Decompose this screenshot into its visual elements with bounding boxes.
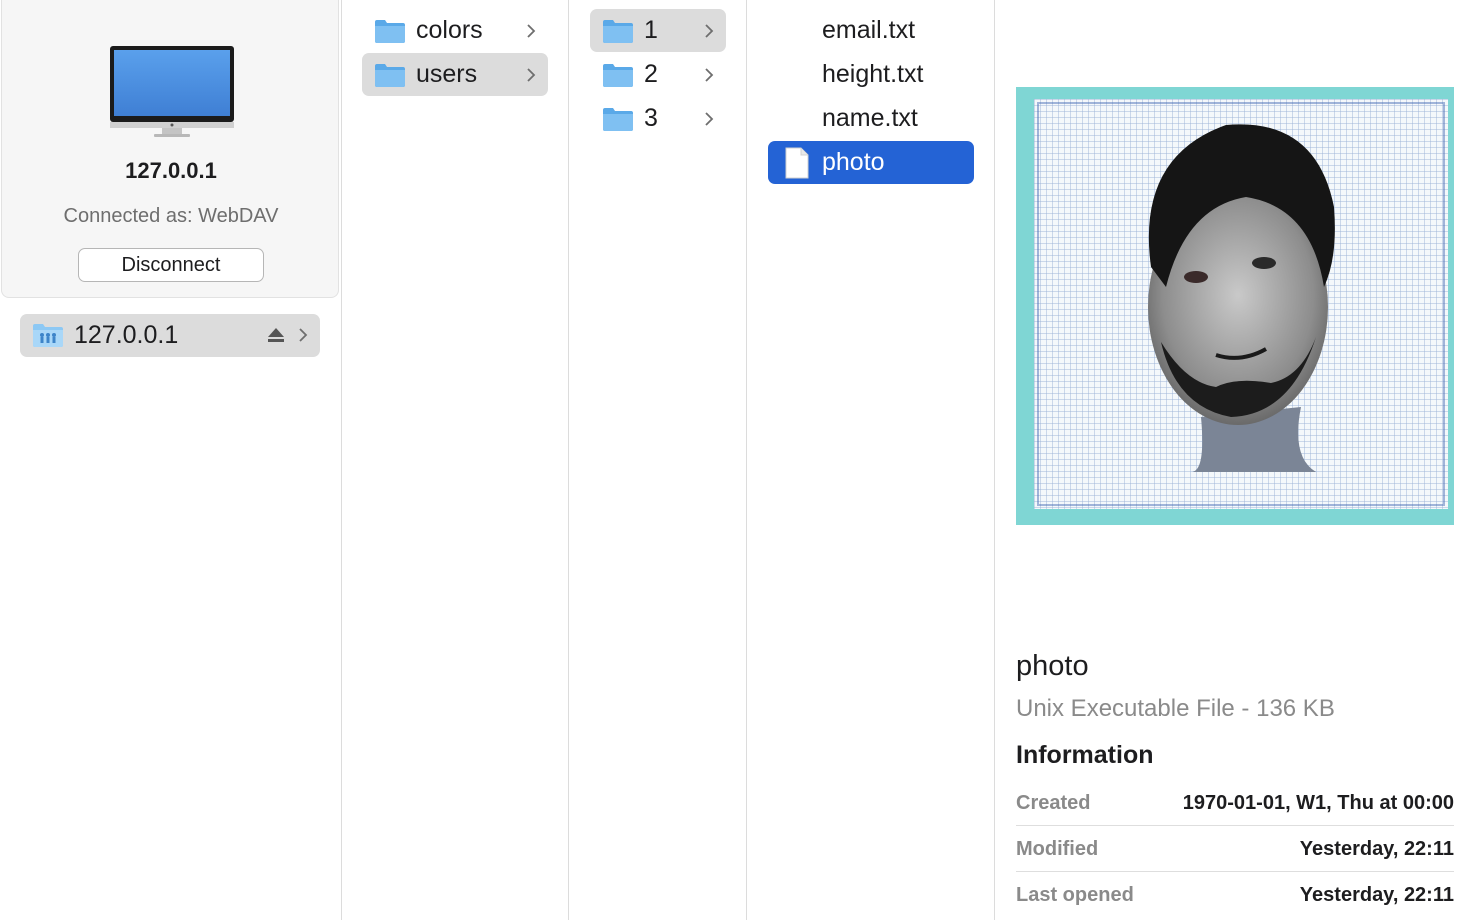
info-key: Modified: [1016, 838, 1099, 860]
list-item-file[interactable]: email.txt: [768, 9, 974, 52]
list-item-file[interactable]: name.txt: [768, 97, 974, 140]
chevron-right-icon: [705, 112, 714, 126]
item-label: photo: [822, 148, 885, 176]
item-label: users: [416, 60, 478, 88]
information-heading: Information: [1016, 741, 1154, 769]
item-label: colors: [416, 16, 483, 44]
info-key: Created: [1016, 792, 1091, 814]
info-row-created: Created 1970-01-01, W1, Thu at 00:00: [1016, 780, 1454, 826]
browser-column-2: 1 2 3: [569, 0, 747, 920]
folder-icon: [603, 20, 633, 43]
item-label: 2: [644, 60, 658, 88]
imac-monitor-icon: [110, 46, 234, 137]
disconnect-button[interactable]: Disconnect: [78, 248, 264, 282]
chevron-right-icon: [527, 24, 536, 38]
preview-file-kind: Unix Executable File - 136 KB: [1016, 695, 1335, 722]
folder-icon: [603, 64, 633, 87]
list-item-file[interactable]: height.txt: [768, 53, 974, 96]
server-card: 127.0.0.1 Connected as: WebDAV Disconnec…: [1, 0, 339, 298]
item-label: 3: [644, 104, 658, 132]
info-value: 1970-01-01, W1, Thu at 00:00: [1182, 792, 1454, 814]
list-item-folder[interactable]: 1: [590, 9, 726, 52]
item-label: email.txt: [822, 16, 916, 44]
connection-status: Connected as: WebDAV: [63, 205, 279, 227]
chevron-right-icon: [527, 68, 536, 82]
info-row-modified: Modified Yesterday, 22:11: [1016, 826, 1454, 872]
info-value: Yesterday, 22:11: [1299, 838, 1454, 860]
folder-icon: [375, 64, 405, 87]
list-item-file[interactable]: photo: [768, 141, 974, 184]
finder-window: 127.0.0.1 Connected as: WebDAV Disconnec…: [0, 0, 1474, 920]
sidebar-item-label: 127.0.0.1: [74, 321, 179, 349]
list-item-folder[interactable]: 3: [590, 97, 726, 140]
document-icon: [785, 147, 809, 179]
browser-column-3: email.txt height.txt name.txt photo: [747, 0, 995, 920]
chevron-right-icon: [705, 24, 714, 38]
eject-icon[interactable]: [266, 325, 286, 345]
info-value: Yesterday, 22:11: [1299, 884, 1454, 906]
browser-column-1: colors users: [341, 0, 569, 920]
list-item-folder[interactable]: users: [362, 53, 548, 96]
item-label: name.txt: [822, 104, 918, 132]
chevron-right-icon: [299, 328, 308, 342]
item-label: 1: [644, 16, 658, 44]
sidebar-item-server[interactable]: 127.0.0.1: [20, 314, 320, 357]
photo-thumbnail: [1016, 87, 1454, 525]
folder-icon: [603, 108, 633, 131]
folder-icon: [375, 20, 405, 43]
server-column: 127.0.0.1 Connected as: WebDAV Disconnec…: [0, 0, 342, 920]
chevron-right-icon: [705, 68, 714, 82]
preview-file-name: photo: [1016, 650, 1089, 682]
server-name: 127.0.0.1: [125, 158, 217, 183]
network-share-icon: [33, 324, 63, 347]
list-item-folder[interactable]: 2: [590, 53, 726, 96]
info-key: Last opened: [1016, 884, 1134, 906]
info-row-last-opened: Last opened Yesterday, 22:11: [1016, 872, 1454, 918]
preview-pane: photo Unix Executable File - 136 KB Info…: [995, 0, 1474, 920]
item-label: height.txt: [822, 60, 924, 88]
list-item-folder[interactable]: colors: [362, 9, 548, 52]
